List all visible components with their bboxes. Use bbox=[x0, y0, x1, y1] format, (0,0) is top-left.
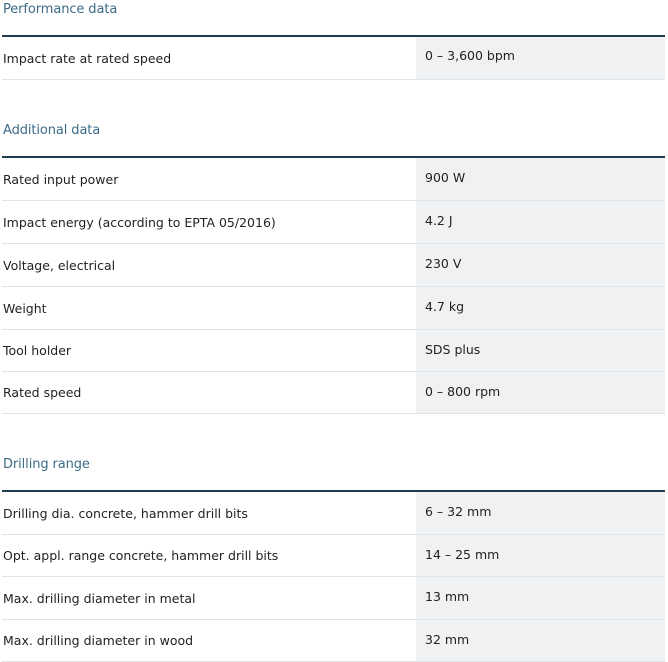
table-row: Tool holder SDS plus bbox=[2, 330, 665, 372]
spec-value: 4.7 kg bbox=[416, 287, 665, 329]
spec-label: Voltage, electrical bbox=[3, 257, 116, 273]
table-row: Impact rate at rated speed 0 – 3,600 bpm bbox=[2, 37, 665, 80]
spec-value: 32 mm bbox=[416, 620, 665, 661]
spec-table-additional: Rated input power 900 W Impact energy (a… bbox=[2, 156, 665, 414]
table-row: Impact energy (according to EPTA 05/2016… bbox=[2, 201, 665, 244]
section-title-drilling: Drilling range bbox=[3, 457, 90, 472]
spec-value: SDS plus bbox=[416, 330, 665, 371]
spec-label: Drilling dia. concrete, hammer drill bit… bbox=[3, 505, 248, 521]
table-row: Opt. appl. range concrete, hammer drill … bbox=[2, 535, 665, 577]
spec-value: 4.2 J bbox=[416, 201, 665, 243]
spec-value: 13 mm bbox=[416, 577, 665, 619]
spec-label: Weight bbox=[3, 300, 47, 316]
spec-label: Impact rate at rated speed bbox=[3, 50, 172, 66]
spec-value: 0 – 800 rpm bbox=[416, 372, 665, 413]
spec-label: Opt. appl. range concrete, hammer drill … bbox=[3, 548, 279, 563]
table-row: Max. drilling diameter in wood 32 mm bbox=[2, 620, 665, 662]
spec-label: Max. drilling diameter in wood bbox=[3, 633, 194, 648]
table-row: Drilling dia. concrete, hammer drill bit… bbox=[2, 492, 665, 535]
section-title-additional: Additional data bbox=[3, 123, 101, 138]
spec-value: 230 V bbox=[416, 244, 665, 286]
spec-value: 0 – 3,600 bpm bbox=[416, 37, 665, 79]
section-title-performance: Performance data bbox=[3, 2, 118, 17]
spec-label: Max. drilling diameter in metal bbox=[3, 590, 196, 606]
spec-label: Impact energy (according to EPTA 05/2016… bbox=[3, 214, 276, 230]
table-row: Rated speed 0 – 800 rpm bbox=[2, 372, 665, 414]
spec-label: Rated speed bbox=[3, 385, 82, 400]
table-row: Max. drilling diameter in metal 13 mm bbox=[2, 577, 665, 620]
table-row: Weight 4.7 kg bbox=[2, 287, 665, 330]
spec-value: 900 W bbox=[416, 158, 665, 200]
spec-label: Rated input power bbox=[3, 171, 119, 187]
spec-value: 14 – 25 mm bbox=[416, 535, 665, 576]
spec-table-drilling: Drilling dia. concrete, hammer drill bit… bbox=[2, 490, 665, 662]
table-row: Rated input power 900 W bbox=[2, 158, 665, 201]
table-row: Voltage, electrical 230 V bbox=[2, 244, 665, 287]
spec-value: 6 – 32 mm bbox=[416, 492, 665, 534]
spec-table-performance: Impact rate at rated speed 0 – 3,600 bpm bbox=[2, 35, 665, 80]
spec-label: Tool holder bbox=[3, 343, 72, 358]
